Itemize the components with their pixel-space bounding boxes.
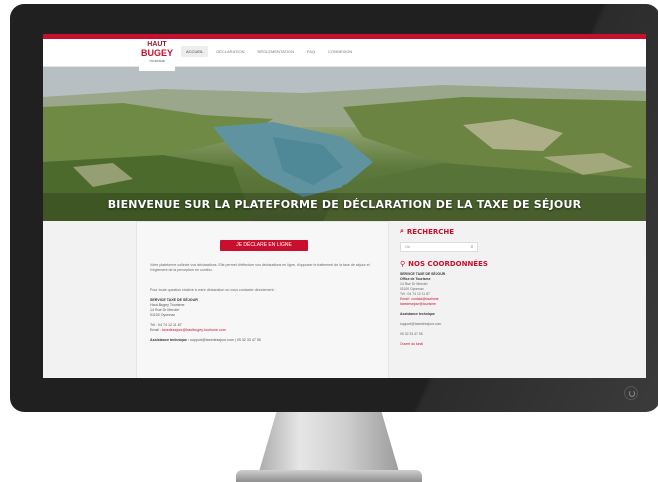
contact-tel: Tél : 04 74 12 11 87 [150,323,182,327]
monitor-frame: HAUT BUGEY TOURISME ACCUEIL DÉCLARATION … [10,4,658,412]
contact-tech[interactable]: support@taxedesejour.com | 05 32 33 47 5… [190,338,261,342]
coords-heading: ⚲ NOS COORDONNÉES [400,260,510,268]
tech-line: Ouvert du lundi [400,342,423,346]
monitor-stand-base [236,470,422,482]
contact-service: SERVICE TAXE DE SÉJOUR [150,298,198,302]
coord-line: 14 Rue Dr Mercier [400,282,428,286]
content-area: JE DÉCLARE EN LIGNE Votre plateforme col… [43,221,646,378]
tech-line: support@taxedesejour.com [400,322,442,326]
main-nav: ACCUEIL DÉCLARATION RÉGLEMENTATION FAQ C… [181,46,357,57]
search-heading: ⌕ RECHERCHE [400,227,510,236]
contact-block: SERVICE TAXE DE SÉJOUR Haut-Bugey Touris… [150,298,261,343]
coord-line: SERVICE TAXE DE SÉJOUR [400,272,446,276]
hero-title: BIENVENUE SUR LA PLATEFORME DE DÉCLARATI… [107,198,582,211]
site-header: HAUT BUGEY TOURISME ACCUEIL DÉCLARATION … [43,39,646,71]
help-line: Pour toute question relative à votre déc… [150,288,276,292]
nav-item-connexion[interactable]: CONNEXION [323,46,357,57]
site-logo[interactable]: HAUT BUGEY TOURISME [139,41,175,71]
coord-line: Office de Tourisme [400,277,431,281]
coords-lines: SERVICE TAXE DE SÉJOUR Office de Tourism… [400,272,510,347]
map-pin-icon: ⚲ [400,260,406,268]
contact-address1: 14 Rue Dr Mercier [150,308,180,312]
power-button-icon[interactable] [624,386,638,400]
coord-email-link[interactable]: Email : contact@tourisme [400,297,439,301]
nav-item-reglementation[interactable]: RÉGLEMENTATION [253,46,300,57]
coord-line: Tél : 04 74 12 11 87 [400,292,430,296]
nav-item-faq[interactable]: FAQ [302,46,320,57]
declare-online-button[interactable]: JE DÉCLARE EN LIGNE [220,240,308,251]
coords-heading-label: NOS COORDONNÉES [408,260,488,268]
main-card: JE DÉCLARE EN LIGNE Votre plateforme col… [136,221,389,378]
intro-paragraph: Votre plateforme collecte vos déclaratio… [150,263,370,272]
search-submit-icon[interactable]: ⌕ [468,244,476,250]
contact-org: Haut-Bugey Tourisme [150,303,185,307]
sidebar: ⌕ RECHERCHE Ok ⌕ ⚲ NOS COORDONNÉES SERVI… [400,227,510,347]
search-placeholder: Ok [405,244,411,249]
contact-email-label: Email : [150,328,162,332]
tech-heading: Assistance technique [400,312,435,316]
logo-line3: TOURISME [149,59,165,63]
coord-line: 01100 Oyonnax [400,287,424,291]
monitor-screen: HAUT BUGEY TOURISME ACCUEIL DÉCLARATION … [43,34,646,378]
nav-item-accueil[interactable]: ACCUEIL [181,46,209,57]
logo-line2: BUGEY [140,48,173,58]
hero-banner: BIENVENUE SUR LA PLATEFORME DE DÉCLARATI… [43,67,646,221]
nav-item-declaration[interactable]: DÉCLARATION [211,46,249,57]
search-input[interactable]: Ok ⌕ [400,242,478,252]
search-heading-label: RECHERCHE [406,227,455,236]
tech-line: 05 32 33 47 55 [400,332,423,336]
contact-email-link[interactable]: taxedesejour@hautbugey-tourisme.com [162,328,226,332]
contact-tech-label: Assistance technique : [150,338,191,342]
coord-email-link[interactable]: taxedesejour@tourisme [400,302,436,306]
contact-address2: 01100 Oyonnax [150,313,176,317]
search-icon: ⌕ [400,227,404,235]
